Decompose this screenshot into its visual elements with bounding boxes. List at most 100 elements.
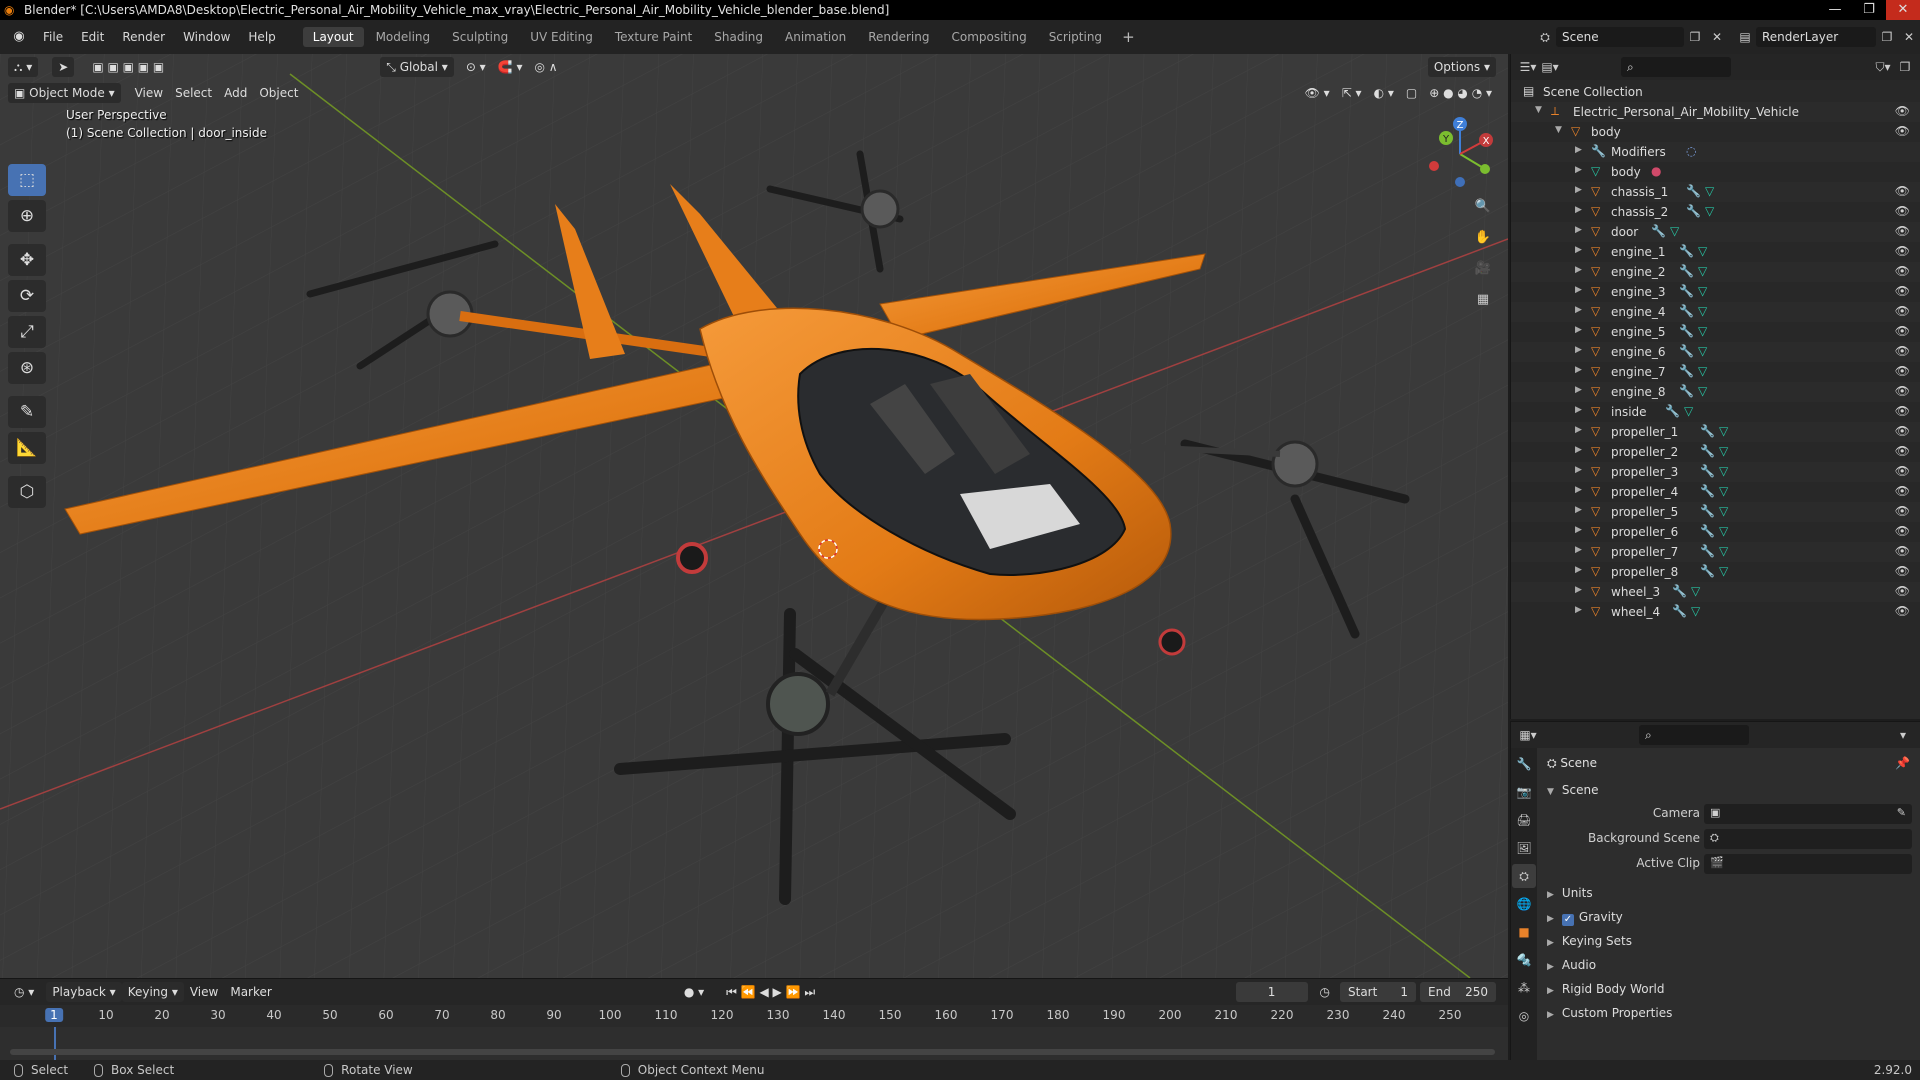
subpanel-header[interactable]: ▶ Audio [1539,953,1920,977]
expand-arrow-icon[interactable]: ▶ [1575,525,1582,535]
display-mode-icon[interactable]: ▤▾ [1539,57,1561,77]
playback-menu[interactable]: Playback ▾ [46,982,122,1002]
menu-object[interactable]: Object [253,83,304,103]
output-tab-icon[interactable]: 🖨 [1512,808,1536,832]
outliner-row-item[interactable]: ▶ ▽ propeller_4 🔧 ▽ 👁 [1511,482,1920,502]
zoom-icon[interactable]: 🔍 [1470,194,1496,220]
expand-arrow-icon[interactable]: ▶ [1575,165,1582,175]
playback-controls[interactable]: ⏮ ⏪ ◀ ▶ ⏩ ⏭ [720,982,821,1002]
modifier-icon[interactable]: 🔧 [1700,464,1715,478]
marker-menu[interactable]: Marker [224,982,277,1002]
visibility-eye-icon[interactable]: 👁 [1895,324,1910,338]
expand-arrow-icon[interactable]: ▶ [1575,185,1582,195]
modifier-tab-icon[interactable]: 🔩 [1512,948,1536,972]
scene-name-field[interactable]: Scene [1556,27,1684,47]
modifier-icon[interactable]: 🔧 [1672,584,1687,598]
physics-tab-icon[interactable]: ◎ [1512,1004,1536,1028]
navigation-gizmo[interactable]: Z Y X [1420,114,1500,194]
subpanel-header[interactable]: ▶ Custom Properties [1539,1001,1920,1025]
menu-edit[interactable]: Edit [72,20,113,54]
delete-view-layer-icon[interactable]: ✕ [1898,27,1920,47]
expand-arrow-icon[interactable]: ▶ [1575,505,1582,515]
mesh-data-icon[interactable]: ▽ [1705,204,1714,218]
select-tool-icon[interactable]: ➤ [52,57,75,77]
record-icon[interactable]: ● ▾ [678,982,710,1002]
expand-arrow-icon[interactable]: ▶ [1575,385,1582,395]
mesh-data-icon[interactable]: ▽ [1691,604,1700,618]
properties-options-icon[interactable]: ▾ [1892,725,1914,745]
visibility-eye-icon[interactable]: 👁 [1895,464,1910,478]
visibility-icon[interactable]: 👁 ▾ [1299,83,1336,103]
modifier-icon[interactable]: 🔧 [1679,344,1694,358]
visibility-eye-icon[interactable]: 👁 [1895,224,1910,238]
mesh-data-icon[interactable]: ▽ [1719,464,1728,478]
object-tab-icon[interactable]: ■ [1512,920,1536,944]
object-mode-dropdown[interactable]: ▣ Object Mode ▾ [8,83,121,103]
outliner-row-item[interactable]: ▶ ▽ propeller_1 🔧 ▽ 👁 [1511,422,1920,442]
mesh-data-icon[interactable]: ▽ [1691,584,1700,598]
visibility-eye-icon[interactable]: 👁 [1895,364,1910,378]
subpanel-header[interactable]: ▶ Keying Sets [1539,929,1920,953]
outliner-row-item[interactable]: ▶ ▽ engine_3 🔧 ▽ 👁 [1511,282,1920,302]
visibility-eye-icon[interactable]: 👁 [1895,544,1910,558]
outliner-row-item[interactable]: ▶ ▽ engine_5 🔧 ▽ 👁 [1511,322,1920,342]
outliner-row-item[interactable]: ▶ ▽ chassis_2 🔧 ▽ 👁 [1511,202,1920,222]
outliner-search-input[interactable]: ⌕ [1621,57,1731,77]
tab-modeling[interactable]: Modeling [366,27,441,47]
visibility-eye-icon[interactable]: 👁 [1895,244,1910,258]
move-icon[interactable]: ✥ [8,244,46,276]
eyedropper-icon[interactable]: ✎ [1897,806,1906,819]
modifier-icon[interactable]: 🔧 [1679,264,1694,278]
tab-compositing[interactable]: Compositing [941,27,1036,47]
outliner-row-item[interactable]: ▶ ▽ propeller_5 🔧 ▽ 👁 [1511,502,1920,522]
new-scene-icon[interactable]: ❐ [1684,27,1706,47]
outliner-row-item[interactable]: ▶ ▽ propeller_3 🔧 ▽ 👁 [1511,462,1920,482]
outliner-row-item[interactable]: ▶ ▽ body ● [1511,162,1920,182]
background-scene-field[interactable]: ⛭ [1704,829,1912,849]
keying-menu[interactable]: Keying ▾ [121,982,184,1002]
visibility-eye-icon[interactable]: 👁 [1895,504,1910,518]
overlay-toggle-icon[interactable]: ◐ ▾ [1368,83,1400,103]
scene-panel-header[interactable]: ▼ Scene [1539,778,1920,802]
selection-mode-icons[interactable]: ▣ ▣ ▣ ▣ ▣ [86,57,170,77]
render-tab-icon[interactable]: 📷 [1512,780,1536,804]
view-layer-icon[interactable]: ▤ [1734,27,1756,47]
modifier-icon[interactable]: 🔧 [1686,184,1701,198]
outliner-row-item[interactable]: ▶ ▽ propeller_2 🔧 ▽ 👁 [1511,442,1920,462]
visibility-eye-icon[interactable]: 👁 [1895,404,1910,418]
outliner-row-body-parent[interactable]: ▼ ▽ body 👁 [1511,122,1920,142]
mesh-data-icon[interactable]: ▽ [1698,344,1707,358]
tab-rendering[interactable]: Rendering [858,27,939,47]
tool-tab-icon[interactable]: 🔧 [1512,752,1536,776]
expand-arrow-icon[interactable]: ▶ [1575,445,1582,455]
measure-icon[interactable]: 📐 [8,432,46,464]
mesh-data-icon[interactable]: ▽ [1719,524,1728,538]
material-icon[interactable]: ● [1651,164,1661,178]
mesh-data-icon[interactable]: ▽ [1698,244,1707,258]
expand-arrow-icon[interactable]: ▶ [1575,365,1582,375]
outliner-row-item[interactable]: ▶ ▽ engine_4 🔧 ▽ 👁 [1511,302,1920,322]
expand-arrow-icon[interactable]: ▶ [1575,225,1582,235]
outliner-editor-icon[interactable]: ☰▾ [1517,57,1539,77]
expand-arrow-icon[interactable]: ▶ [1575,545,1582,555]
outliner-row-item[interactable]: ▶ ▽ engine_1 🔧 ▽ 👁 [1511,242,1920,262]
outliner-row-item[interactable]: ▶ 🔧 Modifiers ◌ [1511,142,1920,162]
mesh-data-icon[interactable]: ▽ [1705,184,1714,198]
mesh-data-icon[interactable]: ▽ [1698,384,1707,398]
mesh-data-icon[interactable]: ▽ [1670,224,1679,238]
expand-arrow-icon[interactable]: ▶ [1575,325,1582,335]
expand-arrow-icon[interactable]: ▶ [1575,485,1582,495]
modifier-icon[interactable]: 🔧 [1700,524,1715,538]
new-collection-icon[interactable]: ❐ [1894,57,1916,77]
tab-animation[interactable]: Animation [775,27,856,47]
modifier-icon[interactable]: 🔧 [1700,424,1715,438]
checkbox-icon[interactable]: ✓ [1561,914,1574,926]
camera-view-icon[interactable]: 🎥 [1470,256,1496,282]
mesh-data-icon[interactable]: ▽ [1719,484,1728,498]
menu-view[interactable]: View [129,83,169,103]
outliner-row-item[interactable]: ▶ ▽ engine_7 🔧 ▽ 👁 [1511,362,1920,382]
outliner-row-item[interactable]: ▶ ▽ door 🔧 ▽ 👁 [1511,222,1920,242]
mesh-data-icon[interactable]: ▽ [1698,264,1707,278]
transform-orientation-dropdown[interactable]: ⤡ Global ▾ [380,57,454,77]
expand-arrow-icon[interactable]: ▶ [1575,265,1582,275]
